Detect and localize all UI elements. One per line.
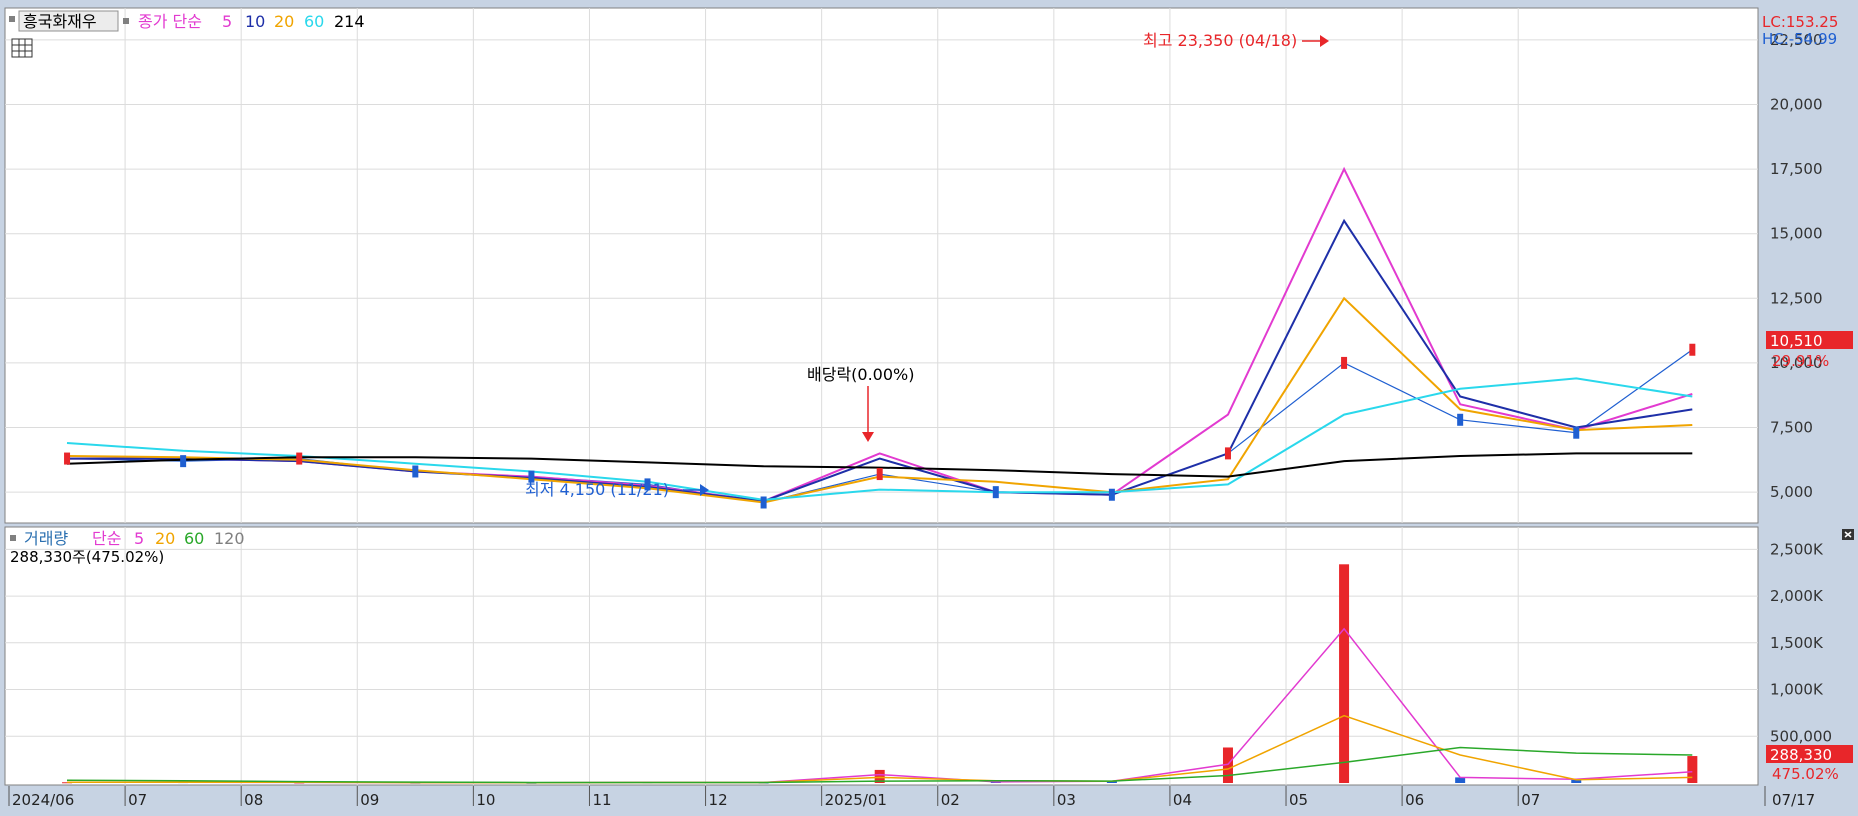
volume-info: 288,330주(475.02%)	[10, 548, 164, 566]
price-candle[interactable]	[1341, 356, 1348, 369]
table-icon[interactable]	[11, 38, 33, 58]
ma-period-5[interactable]: 5	[222, 12, 232, 31]
volume-tick-label: 2,000K	[1770, 587, 1824, 605]
price-candle[interactable]	[1689, 343, 1696, 356]
volume-badge-value: 288,330	[1770, 746, 1832, 764]
close-icon[interactable]	[1842, 529, 1854, 540]
date-tick-label: 2024/06	[12, 791, 74, 809]
price-tick-label: 15,000	[1770, 225, 1823, 243]
price-label: 종가 단순	[138, 12, 202, 31]
ma-period-60[interactable]: 60	[304, 12, 324, 31]
date-tick-label: 08	[244, 791, 263, 809]
date-tick-label: 05	[1289, 791, 1308, 809]
date-tick-label: 03	[1057, 791, 1076, 809]
price-candle[interactable]	[1224, 447, 1231, 460]
date-tick-label: 11	[592, 791, 611, 809]
price-candle[interactable]	[1573, 426, 1580, 439]
volume-bar[interactable]	[1455, 777, 1466, 783]
date-tick-label: 02	[941, 791, 960, 809]
date-tick-label: 09	[360, 791, 379, 809]
volume-tick-label: 1,000K	[1770, 681, 1824, 699]
volume-ma-label: 단순	[92, 529, 121, 548]
date-axis-area	[0, 786, 1858, 812]
date-tick-label: 07/17	[1772, 791, 1815, 809]
date-tick-label: 12	[709, 791, 728, 809]
high-annotation: 최고 23,350 (04/18)	[1143, 31, 1297, 50]
volume-tick-label: 500,000	[1770, 727, 1832, 745]
volume-ma-120[interactable]: 120	[214, 529, 245, 548]
volume-ma-5[interactable]: 5	[134, 529, 144, 548]
price-candle[interactable]	[412, 465, 419, 478]
stock-chart[interactable]: 5,000 7,500 10,000 12,500 15,000 17,500 20,000…	[0, 0, 1858, 812]
volume-ma-60[interactable]: 60	[184, 529, 204, 548]
volume-tick-label: 1,500K	[1770, 634, 1824, 652]
chart-canvas[interactable]: 5,0007,50010,00012,50015,00017,50020,000…	[0, 0, 1858, 812]
hc-readout: HC:-54.99	[1762, 30, 1837, 48]
price-candle[interactable]	[760, 496, 767, 509]
volume-bar[interactable]	[1687, 756, 1698, 783]
legend-toggle-icon-2[interactable]	[123, 18, 129, 24]
price-tick-label: 12,500	[1770, 289, 1823, 307]
volume-badge-change: 475.02%	[1772, 765, 1839, 783]
price-tick-label: 20,000	[1770, 95, 1823, 113]
date-tick-label: 06	[1405, 791, 1424, 809]
volume-label: 거래량	[24, 529, 68, 548]
ma-period-214[interactable]: 214	[334, 12, 365, 31]
date-tick-label: 10	[476, 791, 495, 809]
date-tick-label: 07	[1521, 791, 1540, 809]
date-tick-label: 07	[128, 791, 147, 809]
price-axis-area	[1760, 8, 1856, 523]
volume-panel[interactable]	[4, 526, 1759, 786]
stock-name: 흥국화재우	[23, 12, 97, 31]
ma-period-10[interactable]: 10	[245, 12, 265, 31]
volume-bar[interactable]	[1339, 564, 1350, 783]
price-tick-label: 17,500	[1770, 160, 1823, 178]
price-badge-change: 29.91%	[1772, 352, 1829, 370]
lc-readout: LC:153.25	[1762, 13, 1838, 31]
price-badge-value: 10,510	[1770, 332, 1823, 350]
price-tick-label: 5,000	[1770, 483, 1813, 501]
volume-tick-label: 2,500K	[1770, 540, 1824, 558]
price-candle[interactable]	[64, 452, 71, 465]
dividend-annotation: 배당락(0.00%)	[807, 365, 914, 384]
legend-toggle-icon[interactable]	[9, 16, 15, 22]
price-candle[interactable]	[1108, 488, 1115, 501]
date-tick-label: 04	[1173, 791, 1192, 809]
price-panel[interactable]	[4, 7, 1759, 524]
price-candle[interactable]	[876, 468, 883, 481]
low-annotation: 최저 4,150 (11/21)	[525, 480, 669, 499]
volume-toggle-icon[interactable]	[10, 535, 16, 541]
price-candle[interactable]	[296, 452, 303, 465]
price-tick-label: 7,500	[1770, 419, 1813, 437]
volume-ma-20[interactable]: 20	[155, 529, 175, 548]
price-candle[interactable]	[992, 486, 999, 499]
ma-period-20[interactable]: 20	[274, 12, 294, 31]
price-candle[interactable]	[1457, 413, 1464, 426]
date-tick-label: 2025/01	[825, 791, 887, 809]
price-candle[interactable]	[180, 455, 187, 468]
